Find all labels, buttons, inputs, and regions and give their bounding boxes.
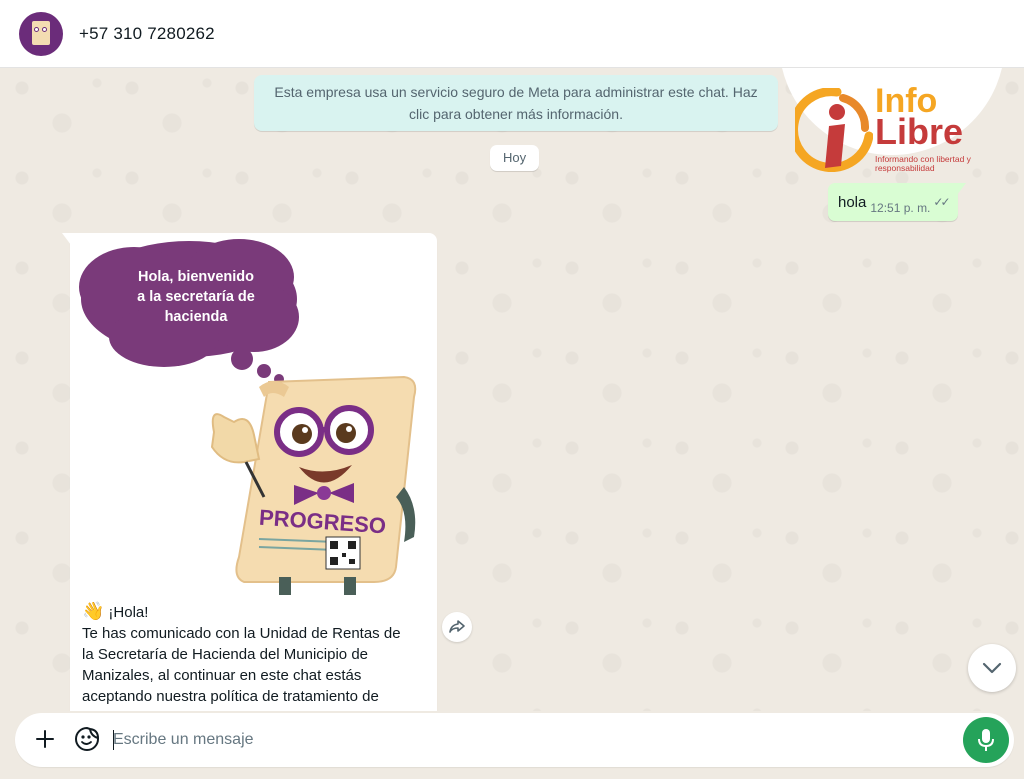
scroll-to-bottom-button[interactable] [968, 644, 1016, 692]
cloud-line-1: Hola, bienvenido [138, 269, 254, 285]
message-text: hola [838, 193, 867, 211]
chevron-down-icon [982, 662, 1002, 674]
system-notice[interactable]: Esta empresa usa un servicio seguro de M… [254, 75, 778, 131]
logo-i-icon [795, 88, 873, 172]
outgoing-message[interactable]: hola 12:51 p. m. ✓✓ [828, 183, 966, 221]
microphone-button[interactable] [963, 717, 1009, 763]
message-text: 👋 ¡Hola! Te has comunicado con la Unidad … [82, 601, 401, 705]
avatar-mascot-icon [32, 20, 50, 45]
forward-icon[interactable] [442, 612, 472, 642]
chat-area[interactable]: Esta empresa usa un servicio seguro de M… [2, 68, 1022, 711]
cloud-line-3: hacienda [165, 309, 229, 325]
message-time: 12:51 p. m. [870, 201, 931, 215]
composer-bar [15, 713, 1014, 767]
cloud-line-2: a la secretaría de [137, 289, 255, 305]
logo-tagline: Informando con libertad y responsabilida… [875, 154, 971, 173]
microphone-icon [978, 729, 994, 751]
plus-icon[interactable] [32, 726, 58, 752]
infolibre-logo: Info Libre Informando con libertad y res… [779, 68, 1005, 173]
sticker-icon[interactable] [74, 726, 100, 752]
incoming-message[interactable]: Hola, bienvenido a la secretaría de haci… [62, 233, 437, 711]
welcome-mascot-image: Hola, bienvenido a la secretaría de haci… [79, 239, 417, 595]
composer [0, 711, 1024, 779]
waving-hand-icon: 👋 [82, 601, 105, 621]
double-check-icon: ✓✓ [933, 195, 950, 209]
logo-libre-text: Libre [875, 111, 964, 152]
contact-avatar[interactable] [19, 11, 63, 56]
contact-name[interactable]: +57 310 7280262 [79, 24, 215, 44]
message-input[interactable] [113, 726, 933, 754]
date-divider: Hoy [490, 145, 540, 171]
chat-header: +57 310 7280262 [0, 0, 1024, 68]
message-image[interactable]: Hola, bienvenido a la secretaría de haci… [74, 237, 433, 595]
